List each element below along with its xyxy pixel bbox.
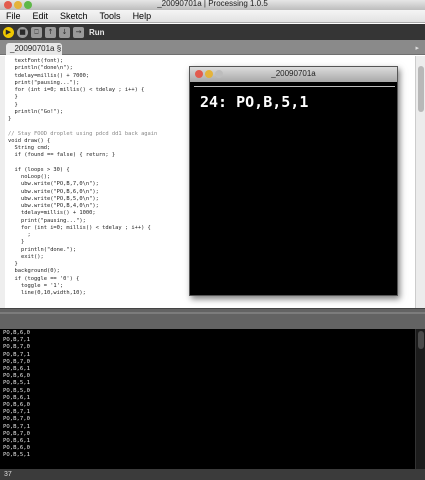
open-icon: ↑ [47,27,54,36]
status-bar: 37 [0,469,425,480]
code-line: } [8,239,25,246]
code-line: } [8,261,18,267]
console-scroll-thumb[interactable] [418,331,424,349]
console-line: PO,B,7,0 [3,358,30,365]
console-line: PO,B,7,0 [3,416,30,423]
code-line: print("pausing..."); [8,217,86,224]
console-text: PO,B,6,0 PO,B,7,1 PO,B,7,0 PO,B,7,1 PO,B,7,0… [3,330,30,460]
console-line: PO,B,5,1 [3,452,30,459]
console-line: PO,B,7,1 [3,337,30,344]
console-line: PO,B,5,0 [3,387,30,394]
menu-file[interactable]: File [0,11,27,21]
save-button[interactable]: ↓ [59,26,70,38]
code-line: if (found == false) { return; } [8,152,116,159]
tab-bar: _20090701a § ▸ [0,40,425,55]
code-line: tdelay=millis() + 7000; [8,72,90,79]
tab-menu-icon[interactable]: ▸ [415,44,419,52]
console-line: PO,B,7,1 [3,409,30,416]
console-line: PO,B,6,0 [3,373,30,380]
menu-help[interactable]: Help [127,11,158,21]
console[interactable]: PO,B,6,0 PO,B,7,1 PO,B,7,0 PO,B,7,1 PO,B,7,0… [0,329,425,469]
export-button[interactable]: → [73,26,84,38]
editor-scroll-thumb[interactable] [418,66,424,112]
code-line: exit(); [8,253,44,260]
run-button[interactable]: ▶ [3,26,14,38]
menu-edit[interactable]: Edit [27,11,55,21]
code-line: // Stay FOOD droplet using pdcd dd1 back… [8,130,158,137]
save-icon: ↓ [61,27,68,36]
open-button[interactable]: ↑ [45,26,56,38]
code-line: } [8,101,18,108]
window-titlebar: _20090701a | Processing 1.0.5 [0,0,425,10]
console-line: PO,B,7,1 [3,423,30,430]
code-line: } [8,116,12,122]
menu-sketch[interactable]: Sketch [54,11,94,21]
run-icon: ▶ [5,27,12,36]
export-icon: → [75,27,82,36]
code-line: void draw() { [8,137,51,144]
code-line: toggle = '1'; [8,282,64,289]
console-scrollbar[interactable] [415,329,425,469]
sketch-window[interactable]: _20090701a 24: PO,B,5,1 [189,66,398,296]
console-line: PO,B,6,1 [3,394,30,401]
code-line: ; [8,232,31,238]
code-line: ubw.write("PO,B,5,0\n"); [8,195,99,202]
editor-gutter [0,56,5,308]
code-line: } [8,94,18,101]
sketch-title: _20090701a [271,69,316,78]
code-line: background(0); [8,268,60,275]
code-line: textFont(font); [8,58,64,64]
code-line: ubw.write("PO,B,7,0\n"); [8,181,99,188]
menu-tools[interactable]: Tools [94,11,127,21]
toolbar: ▶ ■ ⎕ ↑ ↓ → Run [0,24,425,40]
code-line: println("done."); [8,246,77,253]
sketch-output-text: 24: PO,B,5,1 [200,93,309,111]
console-line: PO,B,6,0 [3,402,30,409]
code-line: ubw.write("PO,B,6,0\n"); [8,188,99,195]
code-line: if (loops > 30) { [8,166,70,173]
console-line: PO,B,7,1 [3,351,30,358]
console-line: PO,B,6,0 [3,445,30,452]
console-line: PO,B,7,0 [3,344,30,351]
sketch-canvas[interactable]: 24: PO,B,5,1 [194,86,395,294]
line-number: 37 [4,471,12,478]
code-text[interactable]: textFont(font); println("done\n"); tdela… [8,58,157,297]
new-button[interactable]: ⎕ [31,26,42,38]
code-line: line(0,10,width,10); [8,290,86,296]
splitter-divider[interactable] [0,312,425,314]
code-line: ubw.write("PO,B,4,0\n"); [8,203,99,209]
editor-scrollbar[interactable] [415,56,425,308]
code-line: String cmd; [8,145,51,151]
code-line: for (int i=0; millis() < tdelay ; i++) { [8,224,151,231]
console-line: PO,B,6,0 [3,330,30,336]
tab-sketch[interactable]: _20090701a § [6,43,62,55]
console-line: PO,B,5,1 [3,380,30,387]
code-line: for (int i=0; millis() < tdelay ; i++) { [8,87,145,93]
new-icon: ⎕ [34,27,39,36]
console-line: PO,B,6,1 [3,438,30,445]
code-line: println("Go!"); [8,108,64,115]
console-line: PO,B,6,1 [3,366,30,373]
code-line: if (toggle == '0') { [8,275,80,282]
stop-button[interactable]: ■ [17,26,28,38]
console-line: PO,B,7,0 [3,430,30,437]
code-line: noLoop(); [8,174,51,180]
menu-bar: File Edit Sketch Tools Help [0,10,425,23]
code-line: tdelay=millis() + 1000; [8,210,96,217]
code-line: println("done\n"); [8,65,73,72]
stop-icon: ■ [19,27,26,36]
window-title: _20090701a | Processing 1.0.5 [157,0,268,8]
code-line: print("pausing..."); [8,79,80,86]
sketch-titlebar: _20090701a [190,67,397,82]
run-label: Run [89,27,105,37]
